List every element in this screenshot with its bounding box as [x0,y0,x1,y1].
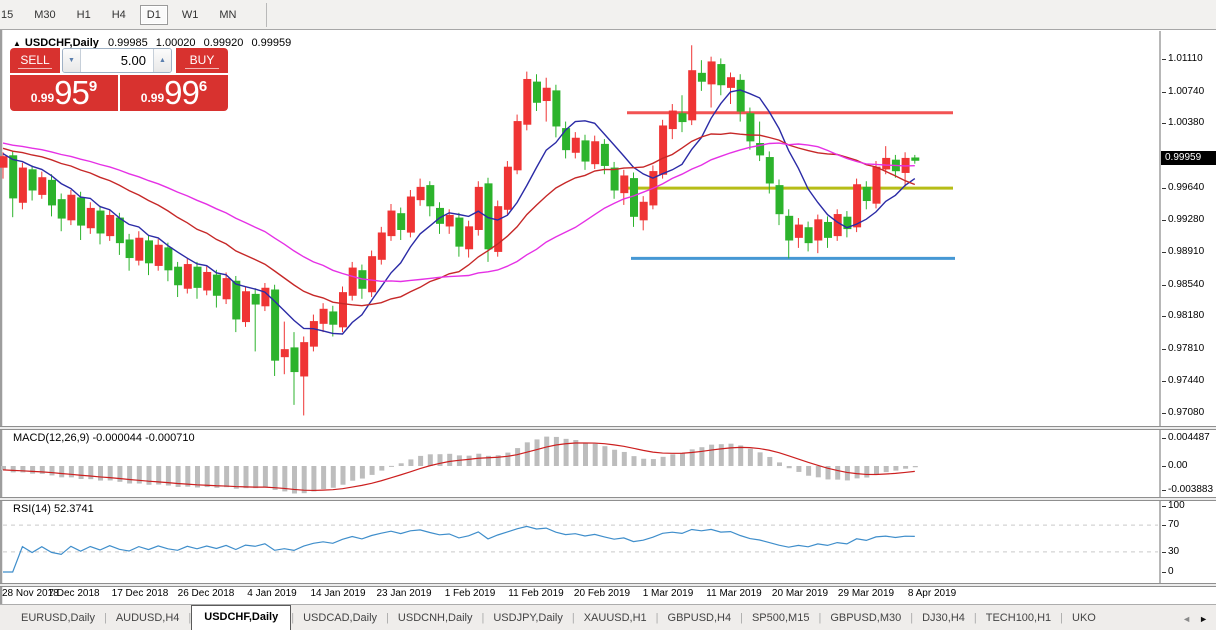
price-tick-label: 1.00380 [1168,117,1204,128]
rsi-tick-label: 70 [1168,519,1179,530]
volume-increase-button[interactable]: ▲ [153,49,171,72]
sell-button-label: SELL [20,53,49,67]
price-tick-label: 0.99640 [1168,182,1204,193]
macd-tick-label: -0.003883 [1168,484,1213,495]
date-tick-label: 20 Mar 2019 [772,588,828,599]
bid-price-prefix: 0.99 [31,91,54,105]
volume-input[interactable] [81,49,153,72]
chart-tab-audusd[interactable]: AUDUSD,H4 [107,607,189,630]
chart-tab-uko[interactable]: UKO [1063,607,1105,630]
volume-decrease-button[interactable]: ▼ [63,49,81,72]
macd-tick-label: 0.00 [1168,460,1187,471]
sell-button[interactable]: SELL [10,48,60,73]
tab-scroll-controls: ◄ ► [1178,614,1216,630]
chart-tab-usdcnh[interactable]: USDCNH,Daily [389,607,482,630]
macd-indicator-label: MACD(12,26,9) -0.000044 -0.000710 [13,432,195,444]
date-tick-label: 29 Mar 2019 [838,588,894,599]
price-tick-label: 0.98910 [1168,246,1204,257]
trading-platform-window: 15M30H1H4D1W1MN ▲USDCHF,Daily 0.99985 1.… [0,0,1216,630]
ohlc-close: 0.99959 [251,37,291,49]
current-price-tag: 0.99959 [1161,151,1216,165]
rsi-tick-label: 0 [1168,566,1174,577]
price-tick-label: 1.01110 [1168,53,1203,64]
rsi-line [3,526,915,572]
triangle-down-icon: ▼ [68,57,75,64]
price-tick-label: 1.00740 [1168,86,1204,97]
chart-tab-eurusd[interactable]: EURUSD,Daily [12,607,104,630]
bid-price-pip: 9 [89,78,97,95]
ask-price-pip: 6 [199,78,207,95]
date-tick-label: 8 Apr 2019 [908,588,956,599]
buy-button[interactable]: BUY [176,48,228,73]
date-tick-label: 7 Dec 2018 [48,588,99,599]
chart-tab-xauusd[interactable]: XAUUSD,H1 [575,607,656,630]
chart-tab-dj30[interactable]: DJ30,H4 [913,607,974,630]
chart-tab-usdjpy[interactable]: USDJPY,Daily [484,607,572,630]
collapse-triangle-icon[interactable]: ▲ [13,39,21,48]
price-tick-label: 0.98540 [1168,279,1204,290]
volume-spinner: ▼ ▲ [62,48,172,73]
ask-price-prefix: 0.99 [141,91,164,105]
chart-tab-usdchf[interactable]: USDCHF,Daily [191,605,291,630]
one-click-trading-widget: SELL ▼ ▲ BUY 0.99 95 9 0.99 99 6 [10,48,228,111]
date-tick-label: 11 Mar 2019 [706,588,761,599]
macd-panel-splitter[interactable] [0,426,1216,430]
rsi-tick-label: 30 [1168,546,1179,557]
rsi-tick-label: 100 [1168,500,1185,511]
chart-tab-gbpusd[interactable]: GBPUSD,H4 [659,607,741,630]
date-tick-label: 17 Dec 2018 [112,588,169,599]
price-tick-label: 0.99280 [1168,214,1204,225]
date-tick-label: 20 Feb 2019 [574,588,630,599]
ask-price-panel[interactable]: 0.99 99 6 [120,75,228,111]
chart-tab-gbpusd[interactable]: GBPUSD,M30 [821,607,910,630]
date-tick-label: 11 Feb 2019 [508,588,563,599]
buy-button-label: BUY [190,53,215,67]
chart-tab-usdcad[interactable]: USDCAD,Daily [294,607,386,630]
price-tick-label: 0.97440 [1168,375,1204,386]
chart-tab-sp500[interactable]: SP500,M15 [743,607,818,630]
date-tick-label: 1 Mar 2019 [643,588,694,599]
price-tick-label: 0.97810 [1168,343,1204,354]
tab-scroll-left-icon[interactable]: ◄ [1182,614,1191,624]
tab-scroll-right-icon[interactable]: ► [1199,614,1208,624]
date-tick-label: 4 Jan 2019 [247,588,297,599]
macd-histogram [1,437,918,494]
rsi-indicator-label: RSI(14) 52.3741 [13,503,94,515]
chart-tab-tech100[interactable]: TECH100,H1 [977,607,1060,630]
bid-price-main: 95 [54,78,89,108]
price-tick-label: 0.97080 [1168,407,1204,418]
price-tick-label: 0.98180 [1168,310,1204,321]
ask-price-main: 99 [164,78,199,108]
date-axis-splitter [0,583,1216,587]
date-tick-label: 1 Feb 2019 [445,588,496,599]
date-tick-label: 26 Dec 2018 [178,588,235,599]
bid-price-panel[interactable]: 0.99 95 9 [10,75,118,111]
triangle-up-icon: ▲ [159,57,166,64]
date-tick-label: 23 Jan 2019 [376,588,431,599]
date-tick-label: 14 Jan 2019 [310,588,365,599]
rsi-panel-splitter[interactable] [0,497,1216,501]
macd-tick-label: 0.004487 [1168,432,1210,443]
date-axis: 28 Nov 20187 Dec 201817 Dec 201826 Dec 2… [0,588,1160,603]
symbol-tab-bar: EURUSD,Daily|AUDUSD,H4|USDCHF,Daily|USDC… [0,604,1216,630]
